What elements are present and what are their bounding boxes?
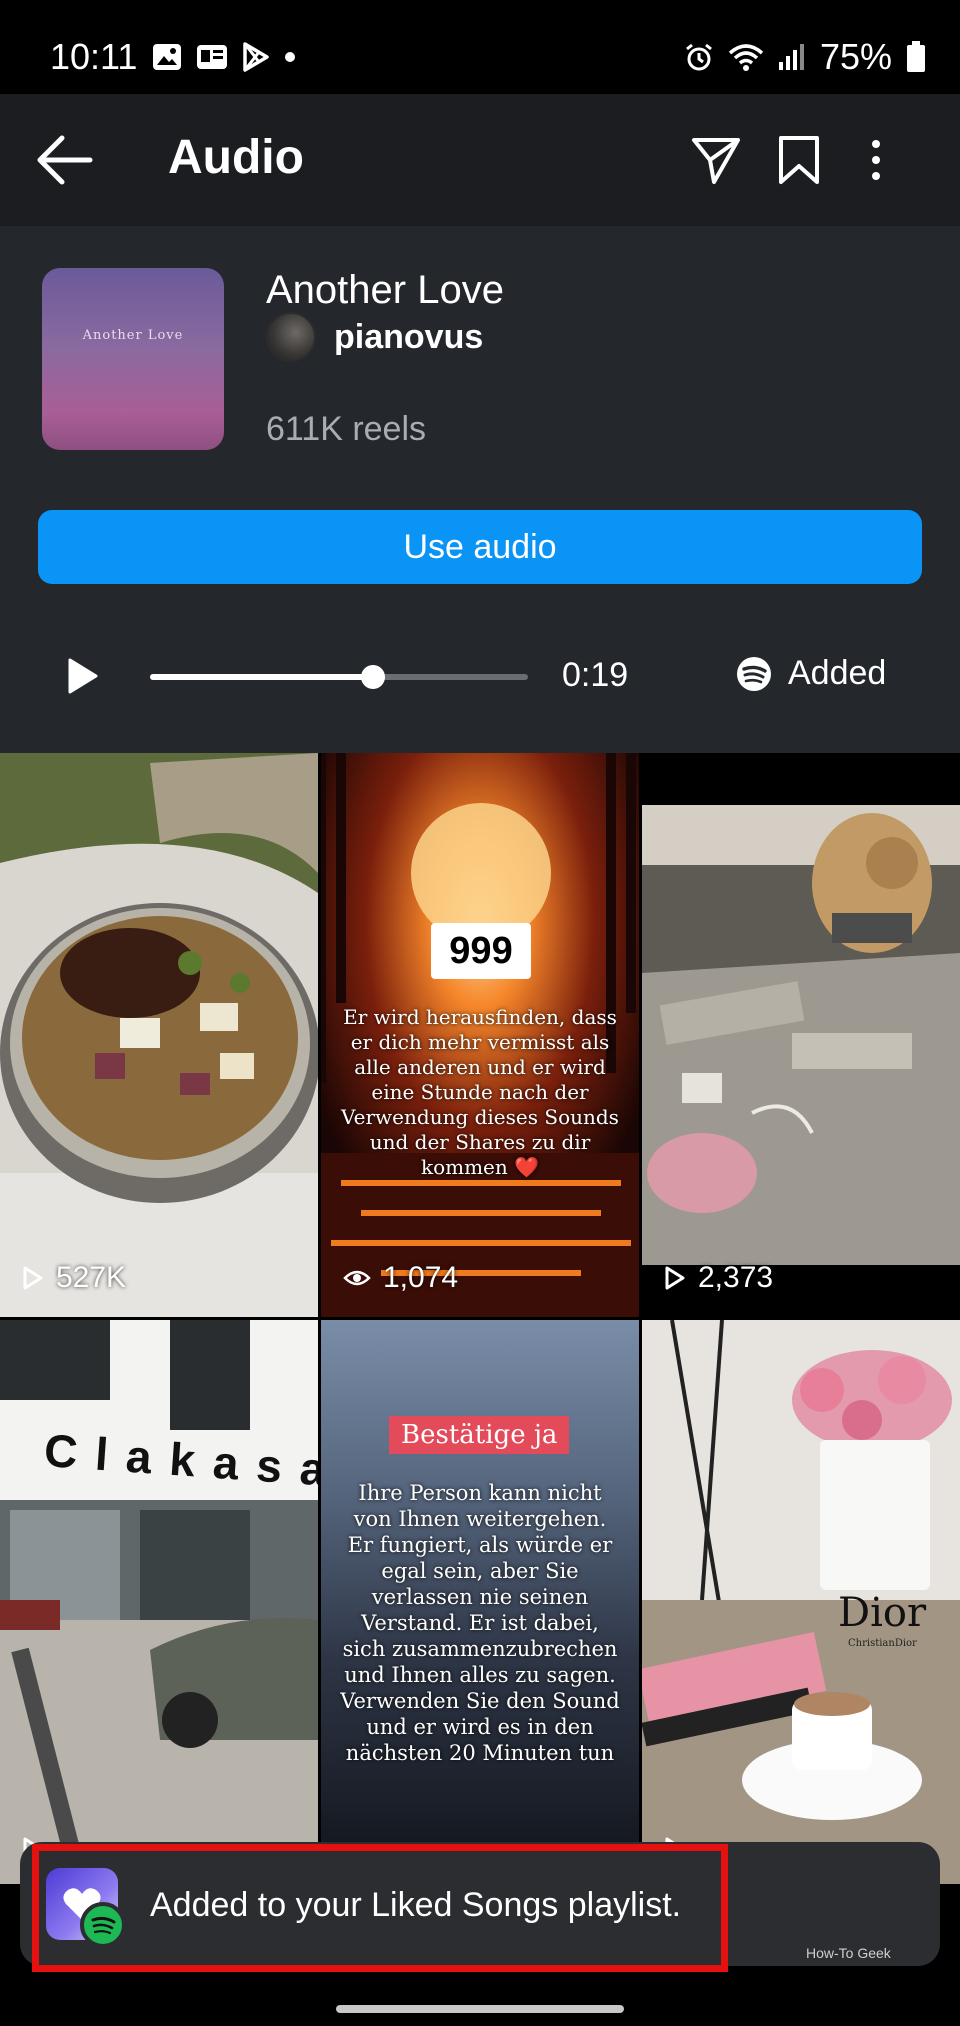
brand-subtitle: ChristianDior bbox=[848, 1638, 917, 1649]
audio-info-section: Another Love Another Love pianovus 611K … bbox=[0, 226, 960, 753]
share-button[interactable] bbox=[690, 134, 742, 186]
reel-badge: Bestätige ja bbox=[389, 1416, 570, 1454]
view-count: 1,074 bbox=[343, 1261, 458, 1295]
album-art: Another Love bbox=[42, 268, 224, 450]
spotify-icon bbox=[737, 656, 771, 691]
battery-percent: 75% bbox=[819, 36, 892, 77]
reel-thumbnail bbox=[0, 753, 318, 1317]
reel-tile[interactable]: 527K bbox=[0, 753, 318, 1317]
play-icon bbox=[68, 658, 98, 694]
alarm-icon bbox=[686, 43, 712, 71]
reel-tile[interactable]: Clakasa bbox=[0, 1320, 318, 1884]
avatar bbox=[266, 312, 316, 362]
back-arrow-icon bbox=[37, 135, 93, 185]
playback-time: 0:19 bbox=[562, 656, 629, 694]
play-outline-icon bbox=[665, 1266, 685, 1290]
eye-icon bbox=[343, 1270, 371, 1286]
system-status: 75% bbox=[684, 36, 926, 78]
signal-icon bbox=[778, 44, 804, 70]
reel-tile[interactable]: Dior ChristianDior bbox=[642, 1320, 960, 1884]
back-button[interactable] bbox=[34, 132, 96, 188]
watermark: How-To Geek bbox=[806, 1945, 891, 1961]
more-vertical-icon bbox=[872, 140, 880, 180]
play-button[interactable] bbox=[64, 656, 100, 696]
play-store-icon bbox=[243, 42, 269, 72]
audio-player: 0:19 Added bbox=[0, 636, 960, 716]
play-outline-icon bbox=[23, 1266, 43, 1290]
app-header: Audio bbox=[0, 94, 960, 226]
notification-icons bbox=[152, 42, 296, 72]
spotify-added-button[interactable]: Added bbox=[736, 654, 886, 693]
progress-fill bbox=[150, 674, 374, 680]
reel-tile[interactable]: Bestätige ja Ihre Person kann nicht von … bbox=[321, 1320, 639, 1884]
reel-thumbnail bbox=[0, 1320, 318, 1884]
reel-tile[interactable]: 2,373 bbox=[642, 753, 960, 1317]
reels-count: 611K reels bbox=[266, 410, 427, 448]
bookmark-icon bbox=[779, 136, 819, 184]
gallery-icon bbox=[153, 44, 181, 70]
page-title: Audio bbox=[168, 131, 304, 184]
progress-thumb[interactable] bbox=[361, 665, 386, 689]
more-options-button[interactable] bbox=[866, 134, 906, 186]
highlight-box bbox=[32, 1844, 728, 1972]
spotify-added-label: Added bbox=[788, 654, 887, 692]
save-button[interactable] bbox=[776, 134, 828, 186]
use-audio-button[interactable]: Use audio bbox=[38, 510, 922, 584]
send-icon bbox=[692, 138, 740, 184]
brand-logo: Dior bbox=[838, 1590, 927, 1636]
view-count: 2,373 bbox=[664, 1261, 773, 1295]
status-bar: 10:11 75% bbox=[0, 0, 960, 94]
view-count: 527K bbox=[22, 1261, 126, 1295]
artist-name: pianovus bbox=[334, 317, 484, 356]
reel-badge: 999 bbox=[431, 923, 531, 979]
news-icon bbox=[197, 45, 227, 69]
gesture-handle[interactable] bbox=[336, 2005, 624, 2013]
song-title: Another Love bbox=[266, 268, 504, 312]
navigation-bar bbox=[0, 1976, 960, 2026]
progress-slider[interactable] bbox=[150, 665, 528, 689]
reel-thumbnail bbox=[642, 753, 960, 1317]
dot-icon bbox=[285, 52, 295, 62]
reels-grid: 527K 999 Er wird herausfinden, dass er d… bbox=[0, 753, 960, 1973]
wifi-icon bbox=[728, 44, 764, 71]
battery-icon bbox=[907, 41, 925, 72]
reel-tile[interactable]: 999 Er wird herausfinden, dass er dich m… bbox=[321, 753, 639, 1317]
artist-link[interactable]: pianovus bbox=[266, 312, 483, 362]
reel-caption: Ihre Person kann nicht von Ihnen weiterg… bbox=[340, 1481, 620, 1765]
reel-caption: Er wird herausfinden, dass er dich mehr … bbox=[341, 1005, 619, 1179]
status-time: 10:11 bbox=[50, 36, 138, 77]
album-art-text: Another Love bbox=[82, 328, 184, 343]
